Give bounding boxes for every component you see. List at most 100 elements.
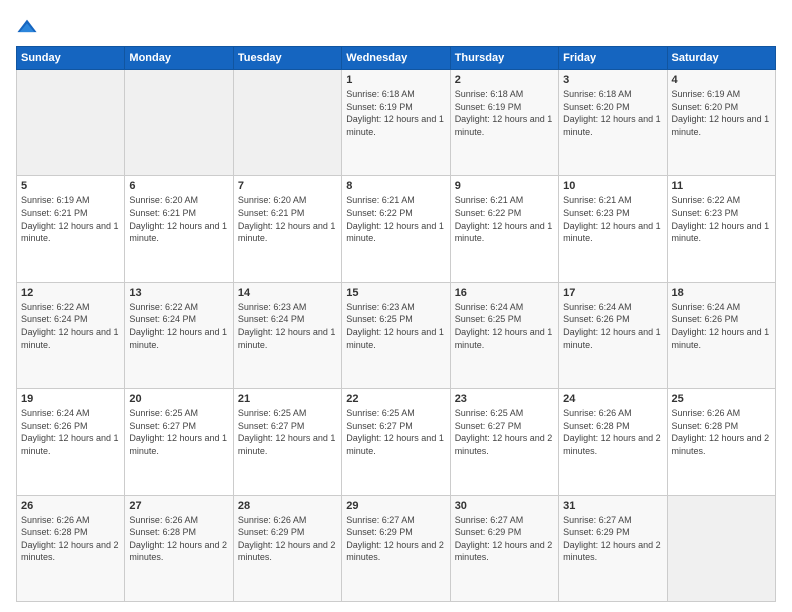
day-number: 27 xyxy=(129,500,228,512)
calendar-week-row: 19 Sunrise: 6:24 AMSunset: 6:26 PMDayligh… xyxy=(17,389,776,495)
calendar-cell: 26Sunrise: 6:26 AMSunset: 6:28 PMDayligh… xyxy=(17,495,125,601)
day-number: 5 xyxy=(21,180,120,192)
calendar-week-row: 5 Sunrise: 6:19 AMSunset: 6:21 PMDaylight… xyxy=(17,176,776,282)
day-number: 19 xyxy=(21,393,120,405)
calendar-cell: 8 Sunrise: 6:21 AMSunset: 6:22 PMDaylight… xyxy=(342,176,450,282)
day-info: Sunrise: 6:19 AMSunset: 6:21 PMDaylight:… xyxy=(21,194,120,244)
day-info: Sunrise: 6:21 AMSunset: 6:22 PMDaylight:… xyxy=(455,194,554,244)
day-header-sunday: Sunday xyxy=(17,47,125,70)
calendar-cell xyxy=(233,70,341,176)
day-info: Sunrise: 6:24 AMSunset: 6:26 PMDaylight:… xyxy=(21,407,120,457)
calendar-cell: 4Sunrise: 6:19 AMSunset: 6:20 PMDaylight… xyxy=(667,70,775,176)
calendar-cell: 28 Sunrise: 6:26 AMSunset: 6:29 PMDayligh… xyxy=(233,495,341,601)
calendar-cell xyxy=(125,70,233,176)
calendar-cell: 1 Sunrise: 6:18 AMSunset: 6:19 PMDaylight… xyxy=(342,70,450,176)
calendar-cell: 7 Sunrise: 6:20 AMSunset: 6:21 PMDaylight… xyxy=(233,176,341,282)
day-number: 11 xyxy=(672,180,771,192)
day-number: 22 xyxy=(346,393,445,405)
calendar-cell: 20 Sunrise: 6:25 AMSunset: 6:27 PMDayligh… xyxy=(125,389,233,495)
calendar-cell: 27 Sunrise: 6:26 AMSunset: 6:28 PMDayligh… xyxy=(125,495,233,601)
calendar-cell: 12 Sunrise: 6:22 AMSunset: 6:24 PMDayligh… xyxy=(17,282,125,388)
header xyxy=(16,16,776,38)
day-number: 7 xyxy=(238,180,337,192)
calendar-cell: 11 Sunrise: 6:22 AMSunset: 6:23 PMDayligh… xyxy=(667,176,775,282)
day-header-saturday: Saturday xyxy=(667,47,775,70)
day-number: 25 xyxy=(672,393,771,405)
calendar-cell: 22 Sunrise: 6:25 AMSunset: 6:27 PMDayligh… xyxy=(342,389,450,495)
day-info: Sunrise: 6:24 AMSunset: 6:26 PMDaylight:… xyxy=(563,301,662,351)
day-number: 26 xyxy=(21,500,120,512)
day-info: Sunrise: 6:18 AMSunset: 6:20 PMDaylight:… xyxy=(563,88,662,138)
day-info: Sunrise: 6:24 AMSunset: 6:26 PMDaylight:… xyxy=(672,301,771,351)
calendar-cell: 10 Sunrise: 6:21 AMSunset: 6:23 PMDayligh… xyxy=(559,176,667,282)
day-info: Sunrise: 6:26 AMSunset: 6:28 PMDaylight:… xyxy=(672,407,771,457)
day-info: Sunrise: 6:25 AMSunset: 6:27 PMDaylight:… xyxy=(346,407,445,457)
calendar-cell: 5 Sunrise: 6:19 AMSunset: 6:21 PMDaylight… xyxy=(17,176,125,282)
day-number: 28 xyxy=(238,500,337,512)
calendar-week-row: 1 Sunrise: 6:18 AMSunset: 6:19 PMDaylight… xyxy=(17,70,776,176)
calendar-cell: 3 Sunrise: 6:18 AMSunset: 6:20 PMDaylight… xyxy=(559,70,667,176)
day-info: Sunrise: 6:18 AMSunset: 6:19 PMDaylight:… xyxy=(455,88,554,138)
day-info: Sunrise: 6:21 AMSunset: 6:23 PMDaylight:… xyxy=(563,194,662,244)
day-info: Sunrise: 6:20 AMSunset: 6:21 PMDaylight:… xyxy=(129,194,228,244)
logo-icon xyxy=(16,16,38,38)
day-number: 18 xyxy=(672,287,771,299)
calendar-header-row: SundayMondayTuesdayWednesdayThursdayFrid… xyxy=(17,47,776,70)
calendar-cell: 13Sunrise: 6:22 AMSunset: 6:24 PMDayligh… xyxy=(125,282,233,388)
day-info: Sunrise: 6:23 AMSunset: 6:24 PMDaylight:… xyxy=(238,301,337,351)
calendar-cell: 23 Sunrise: 6:25 AMSunset: 6:27 PMDayligh… xyxy=(450,389,558,495)
day-number: 6 xyxy=(129,180,228,192)
calendar-cell: 15Sunrise: 6:23 AMSunset: 6:25 PMDayligh… xyxy=(342,282,450,388)
day-info: Sunrise: 6:26 AMSunset: 6:29 PMDaylight:… xyxy=(238,514,337,564)
day-header-monday: Monday xyxy=(125,47,233,70)
day-info: Sunrise: 6:18 AMSunset: 6:19 PMDaylight:… xyxy=(346,88,445,138)
calendar-cell: 18 Sunrise: 6:24 AMSunset: 6:26 PMDayligh… xyxy=(667,282,775,388)
calendar-week-row: 12 Sunrise: 6:22 AMSunset: 6:24 PMDayligh… xyxy=(17,282,776,388)
calendar-week-row: 26 Sunrise: 6:26 AMSunset: 6:28 PMDayligh… xyxy=(17,495,776,601)
calendar-cell: 17 Sunrise: 6:24 AMSunset: 6:26 PMDayligh… xyxy=(559,282,667,388)
day-number: 29 xyxy=(346,500,445,512)
day-number: 12 xyxy=(21,287,120,299)
calendar-cell xyxy=(667,495,775,601)
day-number: 14 xyxy=(238,287,337,299)
day-info: Sunrise: 6:22 AMSunset: 6:24 PMDaylight:… xyxy=(21,301,120,351)
day-number: 2 xyxy=(455,74,554,86)
day-number: 30 xyxy=(455,500,554,512)
day-info: Sunrise: 6:25 AMSunset: 6:27 PMDaylight:… xyxy=(455,407,554,457)
day-number: 9 xyxy=(455,180,554,192)
calendar-cell xyxy=(17,70,125,176)
day-number: 10 xyxy=(563,180,662,192)
calendar-cell: 6 Sunrise: 6:20 AMSunset: 6:21 PMDaylight… xyxy=(125,176,233,282)
calendar-cell: 21Sunrise: 6:25 AMSunset: 6:27 PMDayligh… xyxy=(233,389,341,495)
calendar-cell: 24 Sunrise: 6:26 AMSunset: 6:28 PMDayligh… xyxy=(559,389,667,495)
day-number: 20 xyxy=(129,393,228,405)
day-info: Sunrise: 6:22 AMSunset: 6:23 PMDaylight:… xyxy=(672,194,771,244)
calendar-cell: 31 Sunrise: 6:27 AMSunset: 6:29 PMDayligh… xyxy=(559,495,667,601)
day-header-tuesday: Tuesday xyxy=(233,47,341,70)
day-info: Sunrise: 6:22 AMSunset: 6:24 PMDaylight:… xyxy=(129,301,228,351)
day-info: Sunrise: 6:27 AMSunset: 6:29 PMDaylight:… xyxy=(563,514,662,564)
day-header-thursday: Thursday xyxy=(450,47,558,70)
day-number: 31 xyxy=(563,500,662,512)
day-info: Sunrise: 6:26 AMSunset: 6:28 PMDaylight:… xyxy=(129,514,228,564)
day-number: 1 xyxy=(346,74,445,86)
day-header-wednesday: Wednesday xyxy=(342,47,450,70)
day-info: Sunrise: 6:27 AMSunset: 6:29 PMDaylight:… xyxy=(346,514,445,564)
logo xyxy=(16,16,42,38)
day-info: Sunrise: 6:26 AMSunset: 6:28 PMDaylight:… xyxy=(563,407,662,457)
day-number: 21 xyxy=(238,393,337,405)
calendar-cell: 16Sunrise: 6:24 AMSunset: 6:25 PMDayligh… xyxy=(450,282,558,388)
day-info: Sunrise: 6:21 AMSunset: 6:22 PMDaylight:… xyxy=(346,194,445,244)
day-info: Sunrise: 6:20 AMSunset: 6:21 PMDaylight:… xyxy=(238,194,337,244)
calendar-cell: 25 Sunrise: 6:26 AMSunset: 6:28 PMDayligh… xyxy=(667,389,775,495)
day-number: 3 xyxy=(563,74,662,86)
day-info: Sunrise: 6:24 AMSunset: 6:25 PMDaylight:… xyxy=(455,301,554,351)
page: SundayMondayTuesdayWednesdayThursdayFrid… xyxy=(0,0,792,612)
day-number: 23 xyxy=(455,393,554,405)
day-number: 8 xyxy=(346,180,445,192)
day-number: 24 xyxy=(563,393,662,405)
day-info: Sunrise: 6:27 AMSunset: 6:29 PMDaylight:… xyxy=(455,514,554,564)
day-number: 17 xyxy=(563,287,662,299)
day-info: Sunrise: 6:25 AMSunset: 6:27 PMDaylight:… xyxy=(129,407,228,457)
calendar-table: SundayMondayTuesdayWednesdayThursdayFrid… xyxy=(16,46,776,602)
